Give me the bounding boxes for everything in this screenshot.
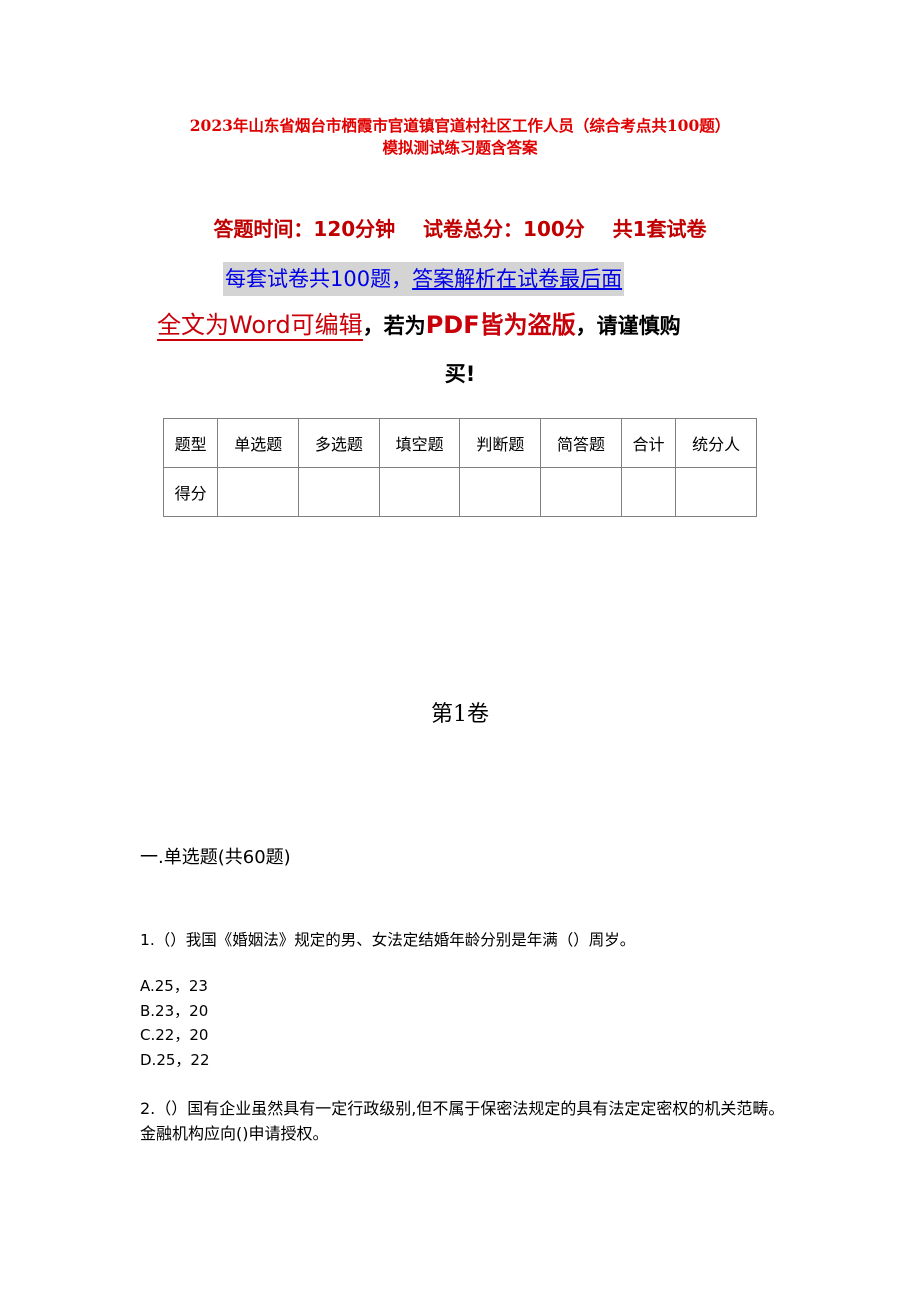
exam-info-line: 答题时间：120分钟 试卷总分：100分 共1套试卷 [213, 217, 707, 241]
header-cell: 合计 [620, 418, 677, 468]
option-d: D.25，22 [140, 1050, 210, 1069]
header-cell: 填空题 [378, 418, 461, 468]
score-table-header-row: 题型 单选题 多选题 填空题 判断题 简答题 合计 统分人 [162, 418, 757, 468]
header-cell: 简答题 [540, 418, 622, 468]
score-table-score-row: 得分 [162, 467, 757, 517]
banner-text: 每套试卷共100题， [225, 267, 413, 291]
header-cell: 题型 [162, 418, 219, 468]
notice-text-2: ，请谨慎购 [575, 314, 681, 338]
question-options: A.25，23 B.23，20 C.22，20 D.25，22 [140, 974, 210, 1072]
score-cell [540, 467, 622, 517]
question-text: 1.（）我国《婚姻法》规定的男、女法定结婚年龄分别是年满（）周岁。 [140, 931, 636, 949]
score-cell: 得分 [162, 467, 219, 517]
score-cell [378, 467, 461, 517]
header-cell: 单选题 [217, 418, 300, 468]
score-cell [620, 467, 677, 517]
option-c: C.22，20 [140, 1026, 209, 1044]
question-count-banner: 每套试卷共100题，答案解析在试卷最后面 [223, 262, 625, 296]
option-b: B.23，20 [140, 1001, 209, 1020]
score-cell [217, 467, 300, 517]
score-cell [459, 467, 542, 517]
score-cell [675, 467, 757, 517]
option-a: A.25，23 [140, 977, 208, 995]
piracy-notice: 全文为Word可编辑，若为PDF皆为盗版，请谨慎购 [157, 305, 681, 346]
banner-answer-link: 答案解析在试卷最后面 [412, 267, 623, 291]
header-cell: 统分人 [675, 418, 757, 468]
volume-title: 第1卷 [431, 702, 489, 727]
section-title: 一.单选题(共60题) [140, 847, 291, 868]
document-page: 2023年山东省烟台市栖霞市官道镇官道村社区工作人员（综合考点共100题） 模拟… [0, 0, 920, 1302]
header-cell: 多选题 [298, 418, 380, 468]
notice-line2: 买! [444, 362, 476, 386]
document-title-line2: 模拟测试练习题含答案 [382, 138, 538, 157]
document-title-line1: 2023年山东省烟台市栖霞市官道镇官道村社区工作人员（综合考点共100题） [189, 116, 731, 135]
pdf-pirated-text: PDF皆为盗版 [425, 311, 576, 339]
question-text: 2.（）国有企业虽然具有一定行政级别,但不属于保密法规定的具有法定定密权的机关范… [140, 1099, 785, 1143]
notice-text-1: ，若为 [362, 314, 426, 338]
score-cell [298, 467, 380, 517]
word-editable-text: 全文为Word可编辑 [157, 311, 363, 341]
header-cell: 判断题 [459, 418, 542, 468]
score-table: 题型 单选题 多选题 填空题 判断题 简答题 合计 统分人 得分 [162, 418, 757, 517]
